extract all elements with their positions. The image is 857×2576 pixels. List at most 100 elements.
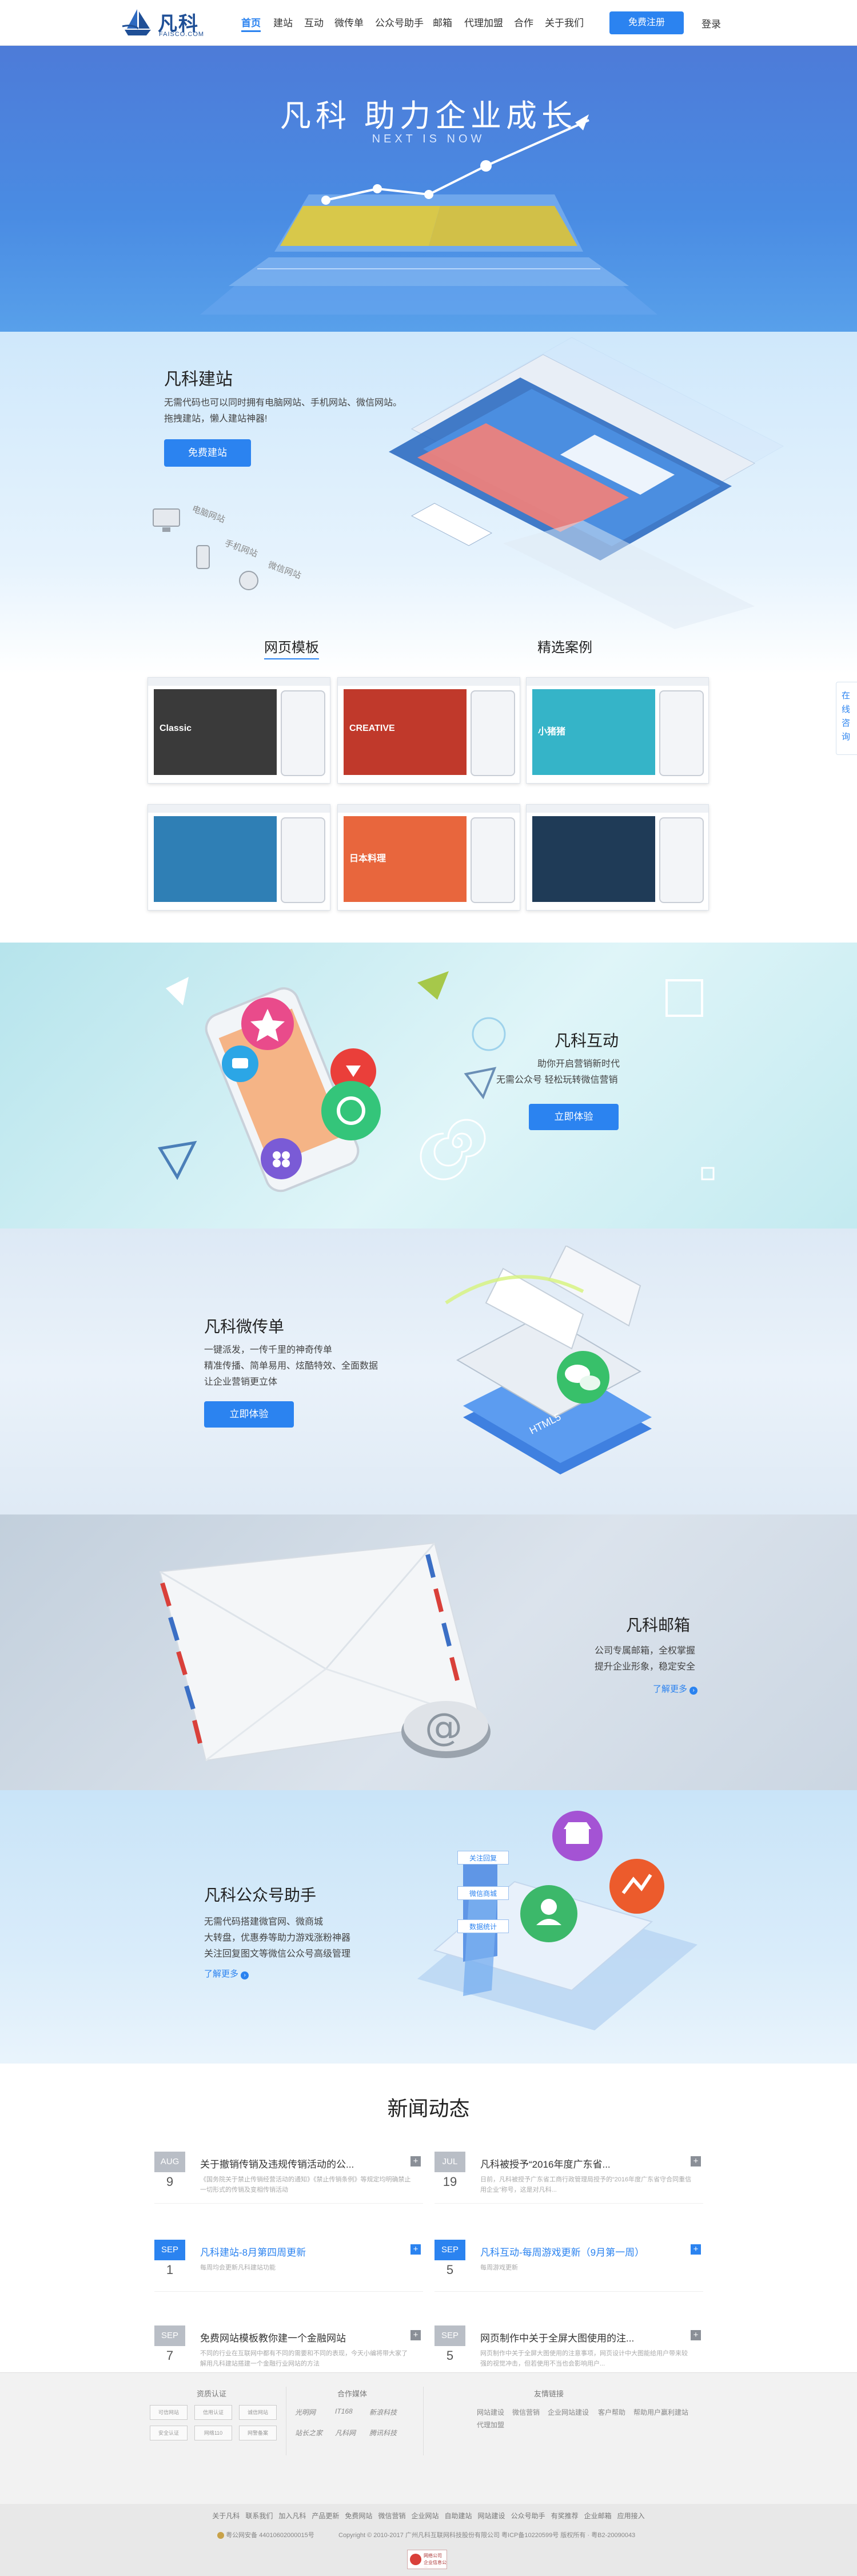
tab-templates[interactable]: 网页模板 — [264, 636, 319, 659]
nav-interact[interactable]: 互动 — [304, 15, 324, 32]
wechat-try-button[interactable]: 立即体验 — [204, 1401, 294, 1428]
plus-icon[interactable]: + — [691, 2244, 701, 2255]
wechat-desc-3: 让企业营销更立体 — [204, 1377, 278, 1387]
build-desc-2: 拖拽建站，懒人建站神器! — [164, 414, 268, 424]
media-heading: 合作媒体 — [337, 2390, 368, 2398]
friend-link[interactable]: 代理加盟 — [477, 2420, 504, 2430]
footer-link[interactable]: 关于凡科 — [212, 2512, 240, 2520]
template-card[interactable]: CREATIVE — [337, 677, 520, 784]
news-item-title[interactable]: 凡科建站-8月第四周更新 — [200, 2244, 400, 2259]
media-logo[interactable]: 腾讯科技 — [369, 2428, 397, 2438]
media-logo[interactable]: 新浪科技 — [369, 2407, 397, 2417]
news-item-title[interactable]: 凡科互动-每周游戏更新（9月第一周） — [480, 2244, 680, 2259]
interact-desc-2: 无需公众号 轻松玩转微信营销 — [496, 1075, 618, 1085]
gzh-menu-item-reply: 关注回复 — [457, 1851, 509, 1865]
wechat-flyer-section: 凡科微传单 一键派发，一传千里的神奇传单 精准传播、简单易用、炫酷特效、全面数据… — [0, 1229, 857, 1514]
news-month: SEP — [435, 2325, 465, 2346]
nav-home[interactable]: 首页 — [241, 15, 261, 32]
business-license-badge[interactable]: 网络公司 企业信息公示 — [407, 2550, 447, 2569]
gzh-learn-more-link[interactable]: 了解更多 › — [204, 1967, 249, 1979]
cert-badge[interactable]: 可信网站 — [150, 2405, 188, 2420]
friend-link[interactable]: 微信营销 — [512, 2407, 540, 2417]
login-link[interactable]: 登录 — [701, 16, 721, 33]
friend-link[interactable]: 客户帮助 — [598, 2407, 625, 2417]
footer-link[interactable]: 联系我们 — [245, 2512, 273, 2520]
media-logo[interactable]: 凡科网 — [335, 2428, 356, 2438]
arrow-right-icon: › — [689, 1687, 698, 1695]
nav-build[interactable]: 建站 — [273, 15, 293, 32]
deco-mobile-site: 手机网站 — [223, 538, 259, 559]
register-button[interactable]: 免费注册 — [609, 11, 684, 34]
mail-section: @ 凡科邮箱 公司专属邮箱，全权掌握 提升企业形象，稳定安全 了解更多 › — [0, 1514, 857, 1790]
footer-link[interactable]: 公众号助手 — [511, 2512, 545, 2520]
nav-about[interactable]: 关于我们 — [545, 15, 584, 32]
online-consult-tab[interactable]: 在线咨询 — [836, 682, 857, 755]
cert-badge[interactable]: 网络110 — [194, 2426, 232, 2440]
footer-link[interactable]: 企业网站 — [411, 2512, 439, 2520]
small-square-decoration — [701, 1167, 715, 1180]
news-item[interactable]: AUG 9 关于撤销传销及违规传销活动的公... 《国务院关于禁止传销经营活动的通知》… — [154, 2152, 423, 2209]
news-month: SEP — [154, 2240, 185, 2260]
wechat-desc-2: 精准传播、简单易用、炫酷特效、全面数据 — [204, 1361, 378, 1371]
friend-link[interactable]: 帮助用户赢利建站 — [633, 2407, 688, 2417]
template-card[interactable]: 日本料理 — [337, 804, 520, 911]
interact-try-button[interactable]: 立即体验 — [529, 1104, 619, 1130]
gzh-menu-item-shop: 微信商城 — [457, 1886, 509, 1900]
site-header: 凡科 FAISCO.COM 首页 建站 互动 微传单 公众号助手 邮箱 代理加盟… — [0, 0, 857, 46]
nav-gzh[interactable]: 公众号助手 — [375, 15, 424, 32]
news-item[interactable]: JUL 19 凡科被授予“2016年度广东省... 日前，凡科被授予广东省工商行政管理… — [435, 2152, 703, 2209]
cert-badge[interactable]: 诚信网站 — [239, 2405, 277, 2420]
plus-icon[interactable]: + — [410, 2156, 421, 2166]
footer-link[interactable]: 自助建站 — [445, 2512, 472, 2520]
template-card[interactable]: 小猪猪 — [526, 677, 709, 784]
news-item[interactable]: SEP 1 凡科建站-8月第四周更新 每周均会更新凡科建站功能 + — [154, 2240, 423, 2297]
friend-link[interactable]: 企业网站建设 — [548, 2407, 589, 2417]
footer-link[interactable]: 应用接入 — [617, 2512, 645, 2520]
news-item-title[interactable]: 凡科被授予“2016年度广东省... — [480, 2156, 680, 2170]
site-logo[interactable]: 凡科 FAISCO.COM — [121, 5, 207, 40]
nav-flyer[interactable]: 微传单 — [334, 15, 364, 32]
news-month: SEP — [154, 2325, 185, 2346]
mail-title: 凡科邮箱 — [626, 1616, 691, 1634]
mail-learn-more-link[interactable]: 了解更多 › — [653, 1683, 698, 1695]
footer-link[interactable]: 加入凡科 — [278, 2512, 306, 2520]
mail-desc-1: 公司专属邮箱，全权掌握 — [595, 1646, 696, 1656]
nav-partner[interactable]: 合作 — [514, 15, 533, 32]
news-item[interactable]: SEP 5 凡科互动-每周游戏更新（9月第一周） 每周游戏更新 + — [435, 2240, 703, 2297]
footer-link[interactable]: 免费网站 — [345, 2512, 372, 2520]
news-summary: 每周均会更新凡科建站功能 — [200, 2264, 276, 2271]
news-item-title[interactable]: 关于撤销传销及违规传销活动的公... — [200, 2156, 400, 2170]
plus-icon[interactable]: + — [691, 2156, 701, 2166]
friend-link[interactable]: 网站建设 — [477, 2407, 504, 2417]
media-logo[interactable]: 站长之家 — [295, 2428, 322, 2438]
plus-icon[interactable]: + — [410, 2330, 421, 2340]
nav-agent[interactable]: 代理加盟 — [464, 15, 503, 32]
plus-icon[interactable]: + — [691, 2330, 701, 2340]
media-logo[interactable]: 光明网 — [295, 2407, 316, 2417]
online-consult-label: 在线咨询 — [842, 691, 851, 742]
interact-desc-1: 助你开启营销新时代 — [537, 1059, 620, 1069]
news-item-title[interactable]: 免费网站模板教你建一个金融网站 — [200, 2330, 400, 2344]
gzh-desc-1: 无需代码搭建微官网、微商城 — [204, 1917, 324, 1927]
free-build-button[interactable]: 免费建站 — [164, 439, 251, 467]
wechat-site-icon — [239, 571, 258, 590]
footer-link[interactable]: 有奖推荐 — [551, 2512, 579, 2520]
footer-link[interactable]: 网站建设 — [478, 2512, 505, 2520]
template-card[interactable]: Classic — [148, 677, 330, 784]
cert-badge[interactable]: 安全认证 — [150, 2426, 188, 2440]
footer-link[interactable]: 微信营销 — [378, 2512, 405, 2520]
nav-mail[interactable]: 邮箱 — [433, 15, 452, 32]
template-card[interactable] — [148, 804, 330, 911]
template-card[interactable] — [526, 804, 709, 911]
plus-icon[interactable]: + — [410, 2244, 421, 2255]
police-record-text: 粤公网安备 44010602000015号 — [226, 2532, 314, 2539]
media-logo[interactable]: IT168 — [335, 2407, 353, 2415]
footer-link[interactable]: 产品更新 — [312, 2512, 339, 2520]
cert-badge[interactable]: 网警备案 — [239, 2426, 277, 2440]
news-item-title[interactable]: 网页制作中关于全屏大图使用的注... — [480, 2330, 680, 2344]
tab-cases[interactable]: 精选案例 — [537, 636, 592, 656]
footer-link[interactable]: 企业邮箱 — [584, 2512, 612, 2520]
news-month: SEP — [435, 2240, 465, 2260]
build-section: 凡科建站 无需代码也可以同时拥有电脑网站、手机网站、微信网站。 拖拽建站，懒人建… — [0, 332, 857, 943]
cert-badge[interactable]: 信用认证 — [194, 2405, 232, 2420]
